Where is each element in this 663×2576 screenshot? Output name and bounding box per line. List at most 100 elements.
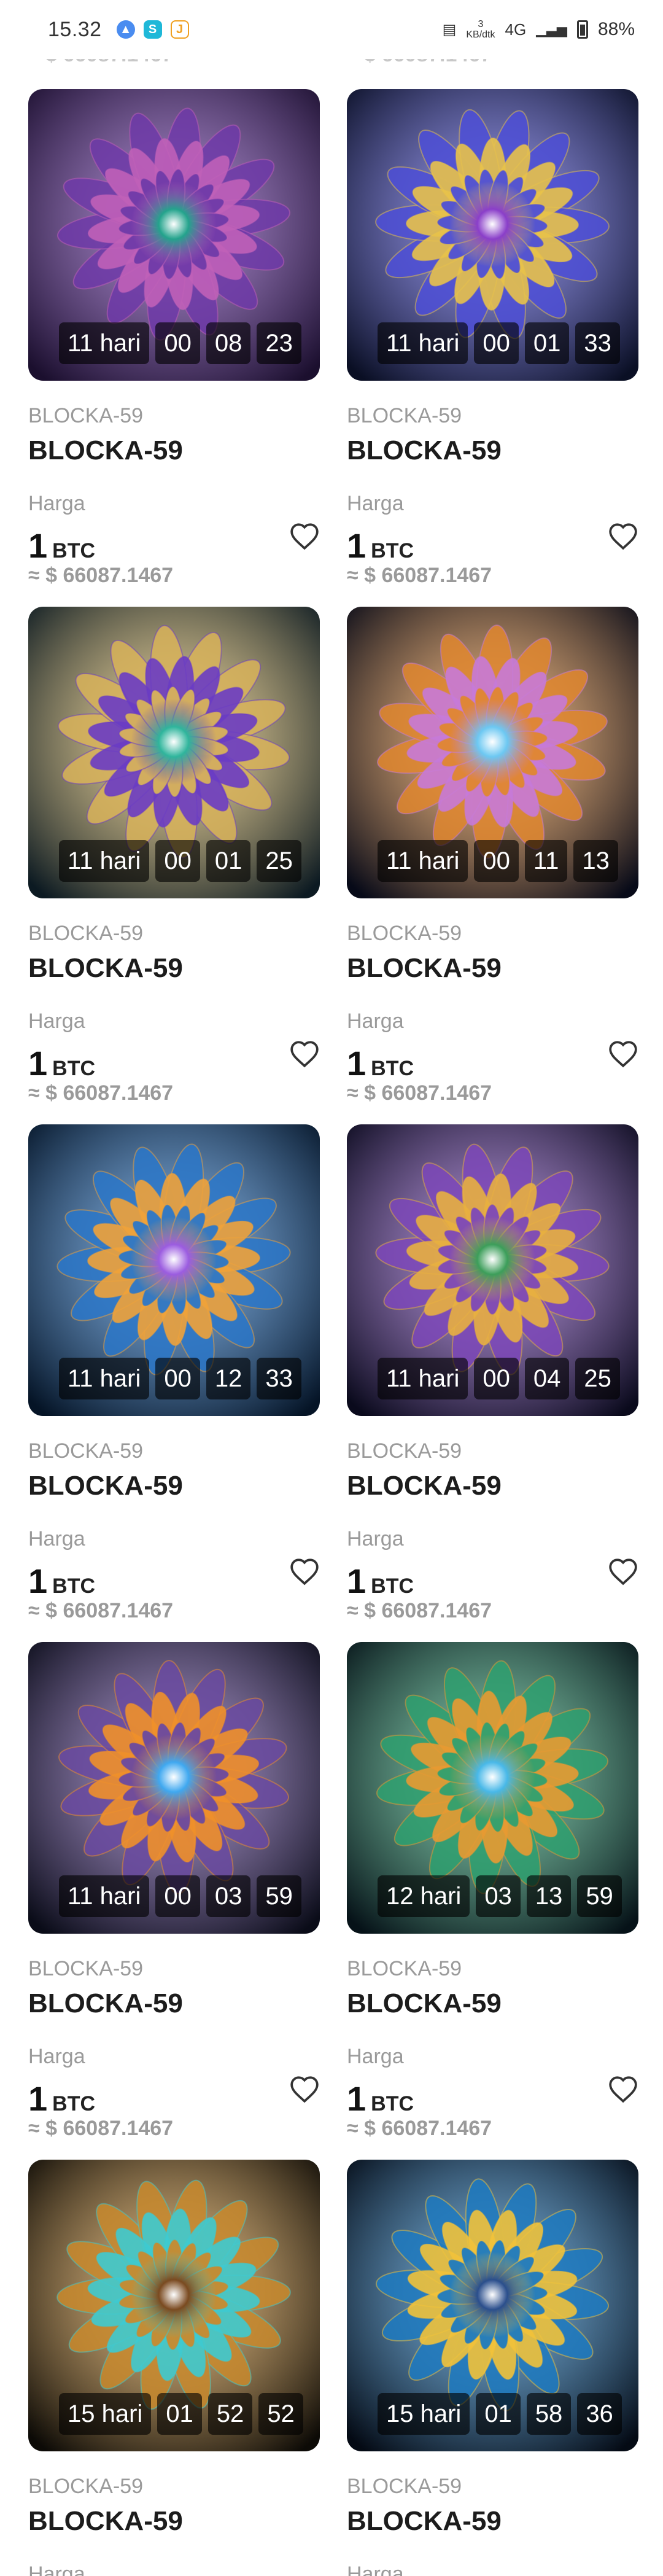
countdown-segment: 11 hari (59, 322, 150, 364)
price-row: 1 BTC (347, 1558, 638, 1600)
countdown-segment: 59 (577, 1875, 622, 1917)
vibrate-icon: ▤ (442, 21, 457, 38)
favorite-heart-icon[interactable] (289, 2075, 320, 2103)
price-row: 1 BTC (347, 523, 638, 565)
countdown-timer: 11 hari 00 08 23 (59, 322, 301, 364)
price-label: Harga (347, 1010, 404, 1033)
collection-name[interactable]: BLOCKA-59 (347, 1957, 638, 1981)
nft-card[interactable]: 11 hari 00 11 13 BLOCKA-59 BLOCKA-59 Harga 1 BTC… (347, 607, 638, 1105)
collection-name[interactable]: BLOCKA-59 (347, 2475, 638, 2499)
countdown-segment: 00 (155, 322, 200, 364)
nft-title[interactable]: BLOCKA-59 (28, 953, 320, 984)
collection-name[interactable]: BLOCKA-59 (28, 1957, 320, 1981)
countdown-segment: 00 (155, 840, 200, 882)
usd-price: ≈ $ 66087.1467 (28, 1599, 174, 1622)
favorite-heart-icon[interactable] (608, 1557, 638, 1586)
countdown-segment: 11 hari (378, 1358, 468, 1399)
nft-image[interactable]: 11 hari 00 12 33 (28, 1124, 320, 1416)
countdown-segment: 25 (575, 1358, 620, 1399)
price-label: Harga (28, 1527, 85, 1551)
price-currency: BTC (52, 539, 96, 562)
price-label: Harga (28, 2045, 85, 2068)
price-row: 1 BTC (347, 2076, 638, 2118)
favorite-heart-icon[interactable] (289, 1040, 320, 1068)
countdown-segment: 11 hari (378, 322, 468, 364)
countdown-segment: 52 (207, 2393, 253, 2435)
nft-image[interactable]: 15 hari 01 52 52 (28, 2160, 320, 2451)
nft-title[interactable]: BLOCKA-59 (28, 435, 320, 466)
nft-title[interactable]: BLOCKA-59 (28, 1988, 320, 2019)
collection-name[interactable]: BLOCKA-59 (347, 922, 638, 946)
countdown-segment: 33 (575, 322, 620, 364)
nft-title[interactable]: BLOCKA-59 (28, 2506, 320, 2537)
countdown-segment: 11 hari (378, 840, 468, 882)
status-indicators: ▤ 3 KB/dtk 4G ▁▃▅ 88% (443, 19, 635, 40)
nft-card[interactable]: 15 hari015836BLOCKA-59BLOCKA-59Harga1BTC… (347, 2160, 638, 2576)
nft-card[interactable]: 11 hari 00 04 25 BLOCKA-59 BLOCKA-59 Harga 1 BTC… (347, 1124, 638, 1623)
nft-title[interactable]: BLOCKA-59 (28, 1471, 320, 1501)
nft-card[interactable]: 11 hari 00 08 23 BLOCKA-59 BLOCKA-59 Harga 1 BTC… (28, 89, 320, 588)
countdown-segment: 00 (155, 1358, 200, 1399)
nft-image[interactable]: 11 hari 00 01 33 (347, 89, 638, 381)
favorite-heart-icon[interactable] (608, 2075, 638, 2103)
nft-image[interactable]: 15 hari 01 58 36 (347, 2160, 638, 2451)
price-row: 1 BTC (28, 2076, 320, 2118)
collection-name[interactable]: BLOCKA-59 (28, 1439, 320, 1463)
collection-name[interactable]: BLOCKA-59 (28, 922, 320, 946)
nft-card[interactable]: 11 hari 00 03 59 BLOCKA-59 BLOCKA-59 Harga 1 BTC… (28, 1642, 320, 2141)
nft-card[interactable]: 11 hari 00 12 33 BLOCKA-59 BLOCKA-59 Harga 1 BTC… (28, 1124, 320, 1623)
countdown-segment: 25 (257, 840, 301, 882)
price-label: Harga (347, 2562, 404, 2576)
price-label: Harga (347, 1527, 404, 1551)
countdown-timer: 15 hari 01 52 52 (59, 2393, 303, 2435)
favorite-heart-icon[interactable] (289, 522, 320, 550)
price-label: Harga (28, 1010, 85, 1033)
nft-image[interactable]: 11 hari 00 08 23 (28, 89, 320, 381)
nft-card[interactable]: 11 hari 00 01 25 BLOCKA-59 BLOCKA-59 Harga 1 BTC… (28, 607, 320, 1105)
price-currency: BTC (371, 1057, 414, 1080)
app-notification-icon: ▲ (116, 20, 135, 39)
favorite-heart-icon[interactable] (608, 1040, 638, 1068)
collection-name[interactable]: BLOCKA-59 (28, 404, 320, 428)
countdown-segment: 36 (577, 2393, 622, 2435)
price-amount: 1 (347, 526, 366, 565)
favorite-heart-icon[interactable] (608, 522, 638, 550)
usd-price: ≈ $ 66087.1467 (28, 564, 174, 587)
price-row: 1 BTC (347, 1040, 638, 1083)
price-label: Harga (28, 2562, 85, 2576)
nft-title[interactable]: BLOCKA-59 (347, 2506, 638, 2537)
countdown-segment: 12 hari (378, 1875, 470, 1917)
collection-name[interactable]: BLOCKA-59 (28, 2475, 320, 2499)
collection-name[interactable]: BLOCKA-59 (347, 1439, 638, 1463)
collection-name[interactable]: BLOCKA-59 (347, 404, 638, 428)
status-app-icons: ▲ S J (116, 20, 189, 39)
countdown-segment: 00 (474, 1358, 519, 1399)
nft-card[interactable]: 12 hari 03 13 59 BLOCKA-59 BLOCKA-59 Harga 1 BTC… (347, 1642, 638, 2141)
countdown-segment: 15 hari (59, 2393, 152, 2435)
nft-image[interactable]: 11 hari 00 03 59 (28, 1642, 320, 1934)
price-label: Harga (28, 492, 85, 515)
price-currency: BTC (371, 1574, 414, 1598)
nft-image[interactable]: 12 hari 03 13 59 (347, 1642, 638, 1934)
nft-card[interactable]: 11 hari 00 01 33 BLOCKA-59 BLOCKA-59 Harga 1 BTC… (347, 89, 638, 588)
nft-title[interactable]: BLOCKA-59 (347, 435, 638, 466)
countdown-segment: 00 (155, 1875, 200, 1917)
nft-image[interactable]: 11 hari 00 11 13 (347, 607, 638, 898)
countdown-segment: 08 (206, 322, 251, 364)
nft-title[interactable]: BLOCKA-59 (347, 1988, 638, 2019)
nft-image[interactable]: 11 hari 00 04 25 (347, 1124, 638, 1416)
nft-image[interactable]: 11 hari 00 01 25 (28, 607, 320, 898)
nft-title[interactable]: BLOCKA-59 (347, 953, 638, 984)
countdown-segment: 11 (524, 840, 568, 882)
countdown-timer: 11 hari 00 11 13 (378, 840, 618, 882)
price-row: 1 BTC (28, 1558, 320, 1600)
countdown-segment: 33 (257, 1358, 301, 1399)
countdown-segment: 59 (257, 1875, 301, 1917)
nft-title[interactable]: BLOCKA-59 (347, 1471, 638, 1501)
nft-card[interactable]: 15 hari015252BLOCKA-59BLOCKA-59Harga1BTC… (28, 2160, 320, 2576)
countdown-segment: 00 (474, 840, 519, 882)
countdown-timer: 11 hari 00 01 25 (59, 840, 301, 882)
countdown-segment: 23 (257, 322, 301, 364)
battery-level: 88% (597, 19, 635, 39)
favorite-heart-icon[interactable] (289, 1557, 320, 1586)
